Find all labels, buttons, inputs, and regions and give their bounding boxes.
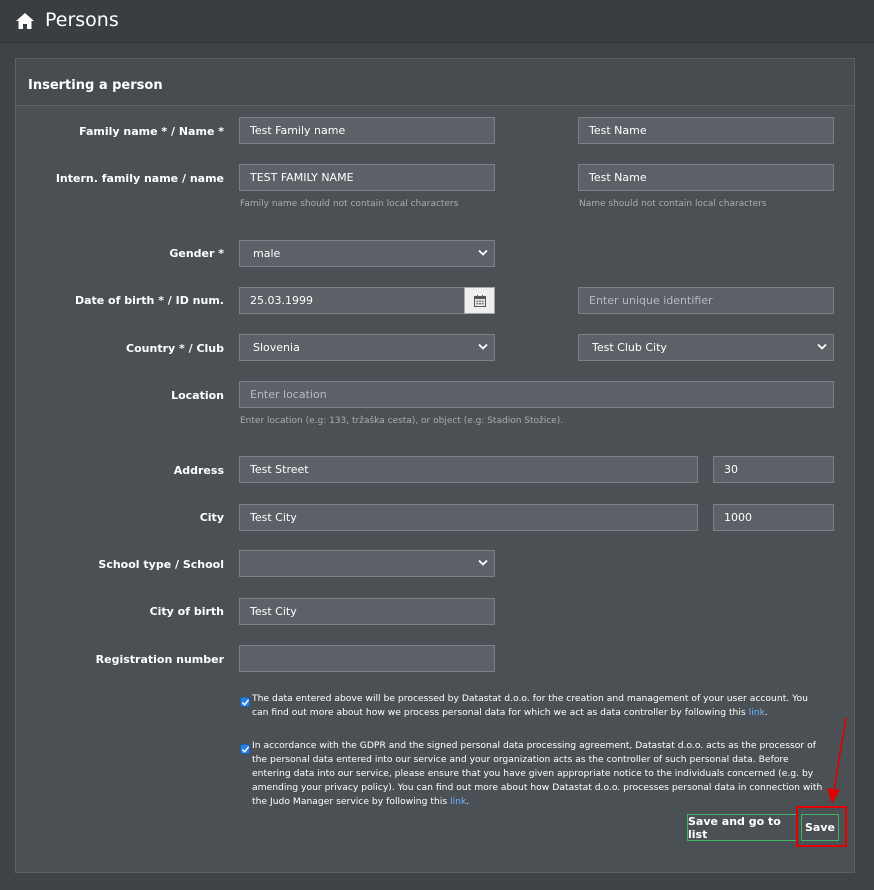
- consent-checkbox-2[interactable]: [240, 744, 250, 754]
- intern-family-name-help: Family name should not contain local cha…: [240, 199, 459, 209]
- house-number-input[interactable]: 30: [713, 456, 834, 483]
- registration-input[interactable]: [239, 645, 495, 672]
- chevron-down-icon: [478, 249, 488, 256]
- gender-value: male: [253, 247, 281, 260]
- club-select[interactable]: Test Club City: [578, 334, 834, 361]
- consent-text-1: The data entered above will be processed…: [252, 692, 824, 720]
- consent-text-2-end: .: [466, 796, 470, 807]
- country-label: Country * / Club: [126, 342, 224, 355]
- school-select[interactable]: [239, 550, 495, 577]
- consent-text-2-body: In accordance with the GDPR and the sign…: [252, 740, 823, 807]
- street-input[interactable]: Test Street: [239, 456, 698, 483]
- family-name-input[interactable]: Test Family name: [239, 117, 495, 144]
- country-select[interactable]: Slovenia: [239, 334, 495, 361]
- intern-family-name-input[interactable]: TEST FAMILY NAME: [239, 164, 495, 191]
- dob-label: Date of birth * / ID num.: [74, 294, 224, 307]
- country-value: Slovenia: [253, 341, 300, 354]
- school-label: School type / School: [98, 558, 224, 571]
- consent-text-1-body: The data entered above will be processed…: [252, 693, 808, 718]
- city-label: City: [199, 511, 224, 524]
- panel-title: Inserting a person: [28, 78, 163, 93]
- gender-select[interactable]: male: [239, 240, 495, 267]
- consent-checkbox-1[interactable]: [240, 697, 250, 707]
- top-bar: Persons: [0, 0, 874, 43]
- save-and-go-to-list-button[interactable]: Save and go to list: [687, 814, 797, 841]
- family-name-label: Family name * / Name *: [79, 125, 224, 138]
- city-input[interactable]: Test City: [239, 504, 698, 531]
- postal-code-input[interactable]: 1000: [713, 504, 834, 531]
- location-help: Enter location (e.g: 133, tržaška cesta)…: [240, 416, 564, 426]
- annotation-arrow-icon: [827, 717, 847, 804]
- intern-name-help: Name should not contain local characters: [579, 199, 767, 209]
- name-input[interactable]: Test Name: [578, 117, 834, 144]
- city-of-birth-label: City of birth: [149, 605, 224, 618]
- save-highlight-box: [796, 806, 847, 847]
- school-value: [250, 557, 253, 570]
- calendar-icon: [474, 295, 486, 307]
- gender-label: Gender *: [169, 247, 224, 260]
- consent-link-1[interactable]: link: [749, 707, 765, 718]
- dob-input[interactable]: 25.03.1999: [239, 287, 465, 314]
- club-value: Test Club City: [592, 341, 667, 354]
- location-input[interactable]: Enter location: [239, 381, 834, 408]
- page-title: Persons: [45, 9, 119, 31]
- chevron-down-icon: [817, 343, 827, 350]
- id-number-input[interactable]: Enter unique identifier: [578, 287, 834, 314]
- consent-text-1-end: .: [764, 707, 768, 718]
- location-label: Location: [171, 389, 224, 402]
- chevron-down-icon: [478, 343, 488, 350]
- consent-link-2[interactable]: link: [450, 796, 466, 807]
- home-icon[interactable]: [15, 11, 35, 31]
- panel-header: Inserting a person: [16, 59, 854, 106]
- address-label: Address: [173, 464, 224, 477]
- check-icon: [241, 746, 250, 753]
- city-of-birth-input[interactable]: Test City: [239, 598, 495, 625]
- consent-text-2: In accordance with the GDPR and the sign…: [252, 739, 827, 809]
- intern-name-label: Intern. family name / name: [55, 172, 224, 185]
- intern-name-input[interactable]: Test Name: [578, 164, 834, 191]
- check-icon: [241, 699, 250, 706]
- registration-label: Registration number: [95, 653, 224, 666]
- calendar-button[interactable]: [464, 287, 495, 314]
- chevron-down-icon: [478, 559, 488, 566]
